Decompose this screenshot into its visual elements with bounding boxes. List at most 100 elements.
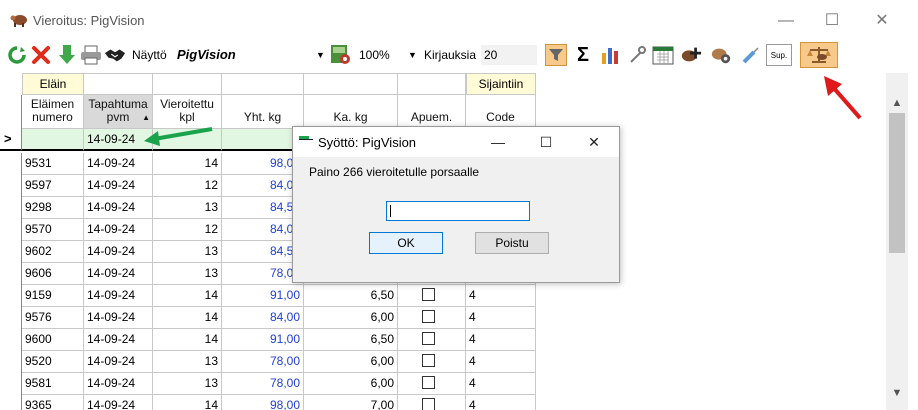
event-date-cell[interactable]: 14-09-24 <box>84 373 153 395</box>
weaned-count-cell[interactable]: 13 <box>153 263 222 285</box>
weight-input[interactable] <box>386 201 530 221</box>
total-kg-cell[interactable]: 84,00 <box>222 307 304 329</box>
location-code-cell[interactable]: 4 <box>466 351 536 373</box>
weaned-count-cell[interactable]: 12 <box>153 175 222 197</box>
sum-icon[interactable]: Σ <box>572 44 594 66</box>
weaned-count-cell[interactable]: 14 <box>153 329 222 351</box>
avg-kg-cell[interactable]: 6,00 <box>304 351 398 373</box>
syringe-icon[interactable] <box>740 44 762 66</box>
location-code-cell[interactable]: 4 <box>466 373 536 395</box>
download-icon[interactable] <box>56 44 78 66</box>
location-code-cell[interactable]: 4 <box>466 285 536 307</box>
animal-number-cell[interactable]: 9531 <box>22 153 84 175</box>
column-header-tapahtuma-pvm[interactable]: Tapahtuma pvm ▲ <box>84 95 153 129</box>
pig-gear-icon[interactable] <box>710 44 732 66</box>
event-date-cell[interactable]: 14-09-24 <box>84 219 153 241</box>
weaned-count-cell[interactable]: 13 <box>153 197 222 219</box>
animal-number-cell[interactable]: 9159 <box>22 285 84 307</box>
foster-checkbox[interactable] <box>422 332 435 345</box>
new-row-cell[interactable] <box>22 129 84 151</box>
row-header[interactable] <box>0 307 22 329</box>
row-header[interactable] <box>0 329 22 351</box>
row-header[interactable] <box>0 395 22 410</box>
maximize-button[interactable]: ☐ <box>812 8 852 34</box>
new-row-cell[interactable] <box>153 129 222 151</box>
poistu-button[interactable]: Poistu <box>475 232 549 254</box>
foster-checkbox[interactable] <box>422 398 435 410</box>
filter-icon[interactable] <box>545 44 567 66</box>
weaned-count-cell[interactable]: 13 <box>153 373 222 395</box>
event-date-cell[interactable]: 14-09-24 <box>84 395 153 410</box>
foster-checkbox[interactable] <box>422 354 435 367</box>
minimize-button[interactable]: — <box>766 8 806 34</box>
row-header[interactable] <box>0 373 22 395</box>
animal-number-cell[interactable]: 9606 <box>22 263 84 285</box>
avg-kg-cell[interactable]: 7,00 <box>304 395 398 410</box>
event-date-cell[interactable]: 14-09-24 <box>84 351 153 373</box>
total-kg-cell[interactable]: 78,00 <box>222 351 304 373</box>
zoom-select[interactable]: 100% ▼ <box>356 45 422 65</box>
total-kg-cell[interactable]: 91,00 <box>222 329 304 351</box>
refresh-icon[interactable] <box>6 44 28 66</box>
column-header-apuem[interactable]: Apuem. <box>398 95 466 129</box>
event-date-cell[interactable]: 14-09-24 <box>84 329 153 351</box>
supplier-icon[interactable]: Sup. <box>766 44 792 66</box>
column-header-vieroitettu-kpl[interactable]: Vieroitettu kpl <box>153 95 222 129</box>
ok-button[interactable]: OK <box>369 232 443 254</box>
row-header[interactable] <box>0 241 22 263</box>
foster-checkbox-cell[interactable] <box>398 351 466 373</box>
location-code-cell[interactable]: 4 <box>466 329 536 351</box>
total-kg-cell[interactable]: 91,00 <box>222 285 304 307</box>
weaned-count-cell[interactable]: 14 <box>153 395 222 410</box>
row-header[interactable] <box>0 197 22 219</box>
animal-number-cell[interactable]: 9597 <box>22 175 84 197</box>
weaned-count-cell[interactable]: 14 <box>153 285 222 307</box>
column-header-elaimen-numero[interactable]: Eläimen numero <box>22 95 84 129</box>
add-pig-icon[interactable] <box>680 44 702 66</box>
pig-settings-icon[interactable] <box>330 44 352 66</box>
weaned-count-cell[interactable]: 14 <box>153 307 222 329</box>
animal-number-cell[interactable]: 9298 <box>22 197 84 219</box>
scroll-down-icon[interactable]: ▼ <box>886 387 908 399</box>
foster-checkbox[interactable] <box>422 288 435 301</box>
foster-checkbox[interactable] <box>422 376 435 389</box>
event-date-cell[interactable]: 14-09-24 <box>84 175 153 197</box>
weaned-count-cell[interactable]: 13 <box>153 351 222 373</box>
row-header[interactable] <box>0 153 22 175</box>
avg-kg-cell[interactable]: 6,00 <box>304 373 398 395</box>
nayta-select[interactable]: PigVision ▼ <box>174 45 332 65</box>
delete-icon[interactable] <box>30 44 52 66</box>
foster-checkbox-cell[interactable] <box>398 307 466 329</box>
total-kg-cell[interactable]: 98,00 <box>222 395 304 410</box>
foster-checkbox-cell[interactable] <box>398 373 466 395</box>
weaned-count-cell[interactable]: 12 <box>153 219 222 241</box>
avg-kg-cell[interactable]: 6,50 <box>304 285 398 307</box>
row-header[interactable] <box>0 175 22 197</box>
event-date-cell[interactable]: 14-09-24 <box>84 153 153 175</box>
dialog-maximize-button[interactable]: ☐ <box>531 131 561 153</box>
event-date-cell[interactable]: 14-09-24 <box>84 307 153 329</box>
row-header[interactable] <box>0 285 22 307</box>
dialog-minimize-button[interactable]: — <box>483 131 513 153</box>
animal-number-cell[interactable]: 9581 <box>22 373 84 395</box>
total-kg-cell[interactable]: 78,00 <box>222 373 304 395</box>
column-header-ka-kg[interactable]: Ka. kg <box>304 95 398 129</box>
animal-number-cell[interactable]: 9602 <box>22 241 84 263</box>
close-button[interactable]: ✕ <box>862 8 902 34</box>
row-header[interactable] <box>0 351 22 373</box>
animal-number-cell[interactable]: 9600 <box>22 329 84 351</box>
dialog-close-button[interactable]: ✕ <box>579 131 609 153</box>
animal-number-cell[interactable]: 9570 <box>22 219 84 241</box>
avg-kg-cell[interactable]: 6,00 <box>304 307 398 329</box>
print-icon[interactable] <box>80 44 102 66</box>
animal-number-cell[interactable]: 9365 <box>22 395 84 410</box>
scroll-up-icon[interactable]: ▲ <box>886 97 908 109</box>
animal-number-cell[interactable]: 9520 <box>22 351 84 373</box>
new-row-date-cell[interactable]: 14-09-24 <box>84 129 153 151</box>
weighing-scale-icon[interactable] <box>800 42 838 68</box>
foster-checkbox[interactable] <box>422 310 435 323</box>
event-date-cell[interactable]: 14-09-24 <box>84 197 153 219</box>
foster-checkbox-cell[interactable] <box>398 395 466 410</box>
foster-checkbox-cell[interactable] <box>398 329 466 351</box>
handshake-icon[interactable] <box>104 44 126 66</box>
